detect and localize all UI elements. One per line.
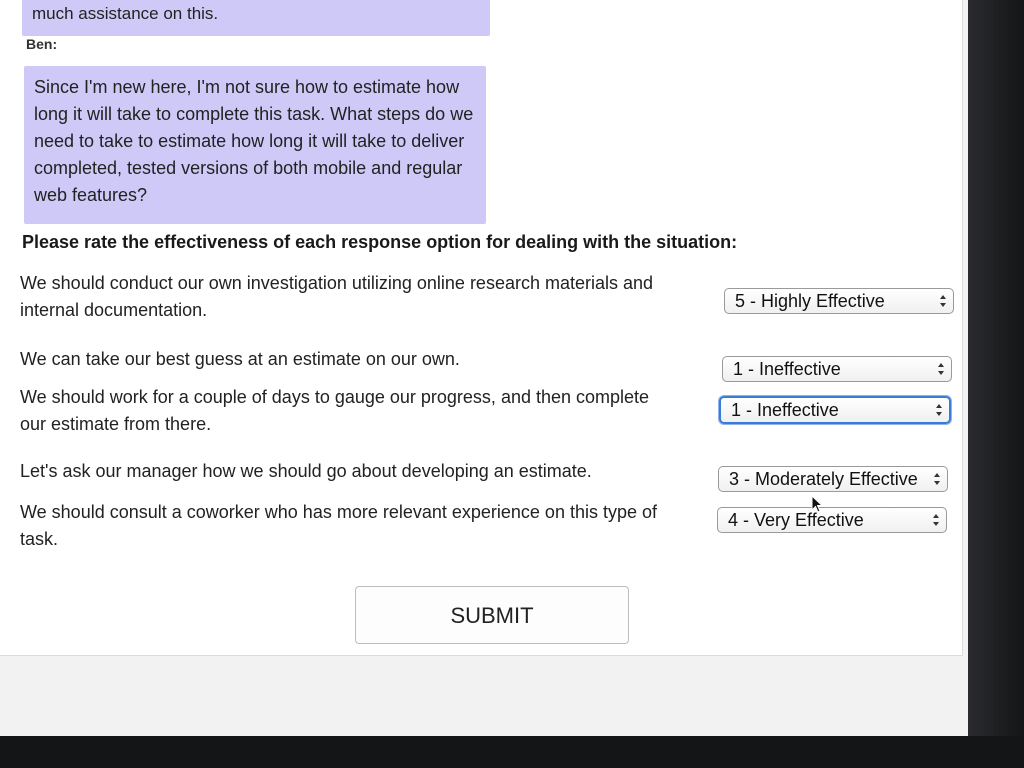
response-option-text: We should consult a coworker who has mor… xyxy=(20,502,658,549)
rating-select[interactable]: 1 - Ineffective xyxy=(719,396,951,424)
screen-bezel-bottom xyxy=(0,736,1024,768)
screen: much assistance on this. Ben: Since I'm … xyxy=(0,0,968,736)
rating-select-value: 1 - Ineffective xyxy=(731,400,839,420)
rating-select[interactable]: 4 - Very Effective xyxy=(717,507,947,533)
survey-panel: much assistance on this. Ben: Since I'm … xyxy=(0,0,963,656)
speaker-name: Ben: xyxy=(26,36,58,52)
rating-select-value: 1 - Ineffective xyxy=(733,359,841,379)
rating-select[interactable]: 5 - Highly Effective xyxy=(724,288,954,314)
rating-select[interactable]: 3 - Moderately Effective xyxy=(718,466,948,492)
message-bubble: Since I'm new here, I'm not sure how to … xyxy=(24,66,486,224)
rating-select[interactable]: 1 - Ineffective xyxy=(722,356,952,382)
rating-select-value: 4 - Very Effective xyxy=(728,510,864,530)
select-arrows-icon xyxy=(933,514,939,526)
rating-select-value: 3 - Moderately Effective xyxy=(729,469,918,489)
rating-select-value: 5 - Highly Effective xyxy=(735,291,885,311)
message-text: Since I'm new here, I'm not sure how to … xyxy=(34,77,474,205)
submit-button[interactable]: SUBMIT xyxy=(355,586,629,644)
instruction-heading: Please rate the effectiveness of each re… xyxy=(22,232,738,252)
response-option-text: We should conduct our own investigation … xyxy=(20,273,654,320)
screen-bezel-right xyxy=(968,0,1024,768)
response-option-text: Let's ask our manager how we should go a… xyxy=(20,461,592,481)
previous-message-bubble: much assistance on this. xyxy=(22,0,490,36)
response-option-text: We should work for a couple of days to g… xyxy=(20,387,650,434)
mouse-pointer-icon xyxy=(811,495,823,513)
select-arrows-icon xyxy=(934,473,940,485)
response-option-text: We can take our best guess at an estimat… xyxy=(20,349,460,369)
select-arrows-icon xyxy=(938,363,944,375)
previous-message-text: much assistance on this. xyxy=(32,4,219,23)
select-arrows-icon xyxy=(940,295,946,307)
select-arrows-icon xyxy=(936,404,942,416)
